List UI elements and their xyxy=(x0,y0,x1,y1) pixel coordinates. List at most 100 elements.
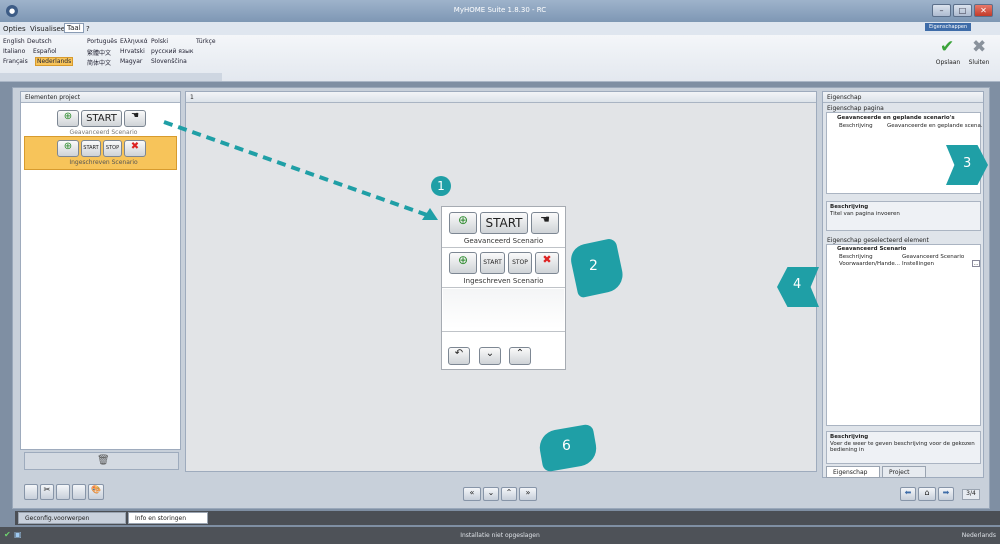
copy-icon[interactable] xyxy=(24,484,38,500)
panel-title: Elementen project xyxy=(25,94,81,101)
hand-icon[interactable]: ☚ xyxy=(531,212,559,234)
lang-english[interactable]: English xyxy=(3,38,25,45)
lang-simp-chinese[interactable]: 简体中文 xyxy=(87,58,111,67)
menu-opties[interactable]: Opties xyxy=(3,25,26,33)
grid-icon[interactable] xyxy=(72,484,86,500)
start-small-button[interactable]: START xyxy=(480,252,505,274)
title-bar: MyHOME Suite 1.8.30 - RC xyxy=(0,0,1000,22)
start-button[interactable]: START xyxy=(480,212,528,234)
start-small-button[interactable]: START xyxy=(81,140,101,157)
scissors-icon[interactable]: ✂ xyxy=(40,484,54,500)
chevron-up-icon[interactable]: ⌃ xyxy=(509,347,531,365)
tab-info-errors[interactable]: Info en storingen xyxy=(128,512,208,524)
chevron-down-icon[interactable]: ⌄ xyxy=(483,487,499,501)
property-value[interactable]: Instellingen xyxy=(902,261,934,267)
menu-bar: Opties Visualiseer Taal ? Eigenschappen xyxy=(0,22,1000,35)
stop-small-button[interactable]: STOP xyxy=(508,252,532,274)
lang-italiano[interactable]: Italiano xyxy=(3,48,25,55)
canvas-header: 1 xyxy=(186,92,816,103)
callout-4: 4 xyxy=(793,277,802,292)
close-label: Sluiten xyxy=(968,59,990,66)
tab-label: Geconfig.voorwerpen xyxy=(25,515,90,522)
chevron-up-icon[interactable]: ⌃ xyxy=(501,487,517,501)
lang-hrvatski[interactable]: Hrvatski xyxy=(120,48,145,55)
status-bar: ✔ ▣ Installatie niet opgeslagen Nederlan… xyxy=(0,527,1000,544)
tab-eigenschap[interactable]: Eigenschap xyxy=(826,466,880,478)
page-number: 1 xyxy=(190,94,194,101)
prev-page-icon[interactable]: ⬅ xyxy=(900,487,916,501)
lang-magyar[interactable]: Magyar xyxy=(120,58,142,65)
description-text: Voer de weer te geven beschrijving voor … xyxy=(830,441,975,453)
property-name: Voorwaarden/Hande... xyxy=(839,261,901,267)
window-title: MyHOME Suite 1.8.30 - RC xyxy=(453,6,547,14)
save-button[interactable]: ✔ Opslaan xyxy=(933,37,963,69)
start-button[interactable]: START xyxy=(81,110,122,127)
link-icon[interactable]: ⊕ xyxy=(449,212,477,234)
tab-configured-objects[interactable]: Geconfig.voorwerpen xyxy=(18,512,126,524)
callout-2: 2 xyxy=(589,258,598,274)
divider xyxy=(442,287,565,288)
callout-6: 6 xyxy=(562,438,571,454)
callout-5: 5 xyxy=(934,300,943,315)
divider xyxy=(442,247,565,248)
back-icon[interactable]: ↶ xyxy=(448,347,470,365)
cancel-icon[interactable]: ✖ xyxy=(535,252,559,274)
property-value[interactable]: Geavanceerde en geplande scena... xyxy=(887,123,982,129)
x-icon: ✖ xyxy=(972,37,987,57)
link-icon[interactable]: ⊕ xyxy=(57,110,79,127)
menu-taal[interactable]: Taal xyxy=(64,23,84,33)
lang-francais[interactable]: Français xyxy=(3,58,28,65)
lang-polski[interactable]: Polski xyxy=(151,38,168,45)
item-caption: Ingeschreven Scenario xyxy=(69,159,138,166)
palette-icon[interactable]: 🎨 xyxy=(88,484,104,500)
panel-title: Eigenschap xyxy=(827,94,862,101)
panel-header: Eigenschap xyxy=(823,92,983,103)
description-title: Beschrijving xyxy=(830,434,869,440)
lang-nederlands[interactable]: Nederlands xyxy=(35,57,74,66)
menu-help[interactable]: ? xyxy=(86,25,90,33)
tab-project[interactable]: Project xyxy=(882,466,926,478)
close-window-button[interactable]: ✕ xyxy=(974,4,993,17)
tab-label: Eigenschap xyxy=(833,469,868,476)
callout-1: 1 xyxy=(431,176,451,196)
close-button[interactable]: ✖ Sluiten xyxy=(963,37,995,69)
app-icon[interactable]: ● xyxy=(6,5,18,17)
maximize-button[interactable]: □ xyxy=(953,4,972,17)
status-text: Installatie niet opgeslagen xyxy=(460,532,540,539)
menu-visualiseer[interactable]: Visualiseer xyxy=(30,25,68,33)
trash-icon[interactable]: 🗑 xyxy=(97,455,110,466)
lang-deutsch[interactable]: Deutsch xyxy=(27,38,52,45)
status-language: Nederlands xyxy=(961,532,996,539)
project-elements-panel: Elementen project ⊕ START ☚ Geavanceerd … xyxy=(20,91,181,450)
page-counter: 3/4 xyxy=(962,489,980,500)
lang-turkce[interactable]: Türkçe xyxy=(196,38,216,45)
selected-properties-label: Eigenschap geselecteerd element xyxy=(827,237,929,244)
last-icon[interactable]: » xyxy=(519,487,537,501)
property-value[interactable]: Geavanceerd Scenario xyxy=(902,254,964,260)
empty-area xyxy=(443,289,564,329)
stop-small-button[interactable]: STOP xyxy=(103,140,122,157)
first-icon[interactable]: « xyxy=(463,487,481,501)
lang-russian[interactable]: русский язык xyxy=(151,48,193,55)
next-page-icon[interactable]: ➡ xyxy=(938,487,954,501)
paste-icon[interactable] xyxy=(56,484,70,500)
chevron-down-icon[interactable]: ⌄ xyxy=(479,347,501,365)
home-icon[interactable]: ⌂ xyxy=(918,487,936,501)
description-title: Beschrijving xyxy=(830,204,869,210)
cancel-icon[interactable]: ✖ xyxy=(124,140,146,157)
hand-icon[interactable]: ☚ xyxy=(124,110,146,127)
minimize-button[interactable]: – xyxy=(932,4,951,17)
lang-greek[interactable]: Ελληνικά xyxy=(120,38,148,45)
link-icon[interactable]: ⊕ xyxy=(449,252,477,274)
callout-3: 3 xyxy=(963,156,972,171)
description-text: Titel van pagina invoeren xyxy=(830,211,900,217)
properties-toggle[interactable]: Eigenschappen xyxy=(925,23,972,31)
page-preview: ⊕ START ☚ Geavanceerd Scenario ⊕ START S… xyxy=(441,206,566,370)
ellipsis-button[interactable]: ... xyxy=(972,260,980,267)
lang-portugues[interactable]: Português xyxy=(87,38,117,45)
link-icon[interactable]: ⊕ xyxy=(57,140,79,157)
description-box: Beschrijving Titel van pagina invoeren xyxy=(826,201,981,231)
lang-espanol[interactable]: Español xyxy=(33,48,57,55)
lang-slovenscina[interactable]: Slovenščina xyxy=(151,58,187,65)
lang-trad-chinese[interactable]: 繁體中文 xyxy=(87,48,111,57)
